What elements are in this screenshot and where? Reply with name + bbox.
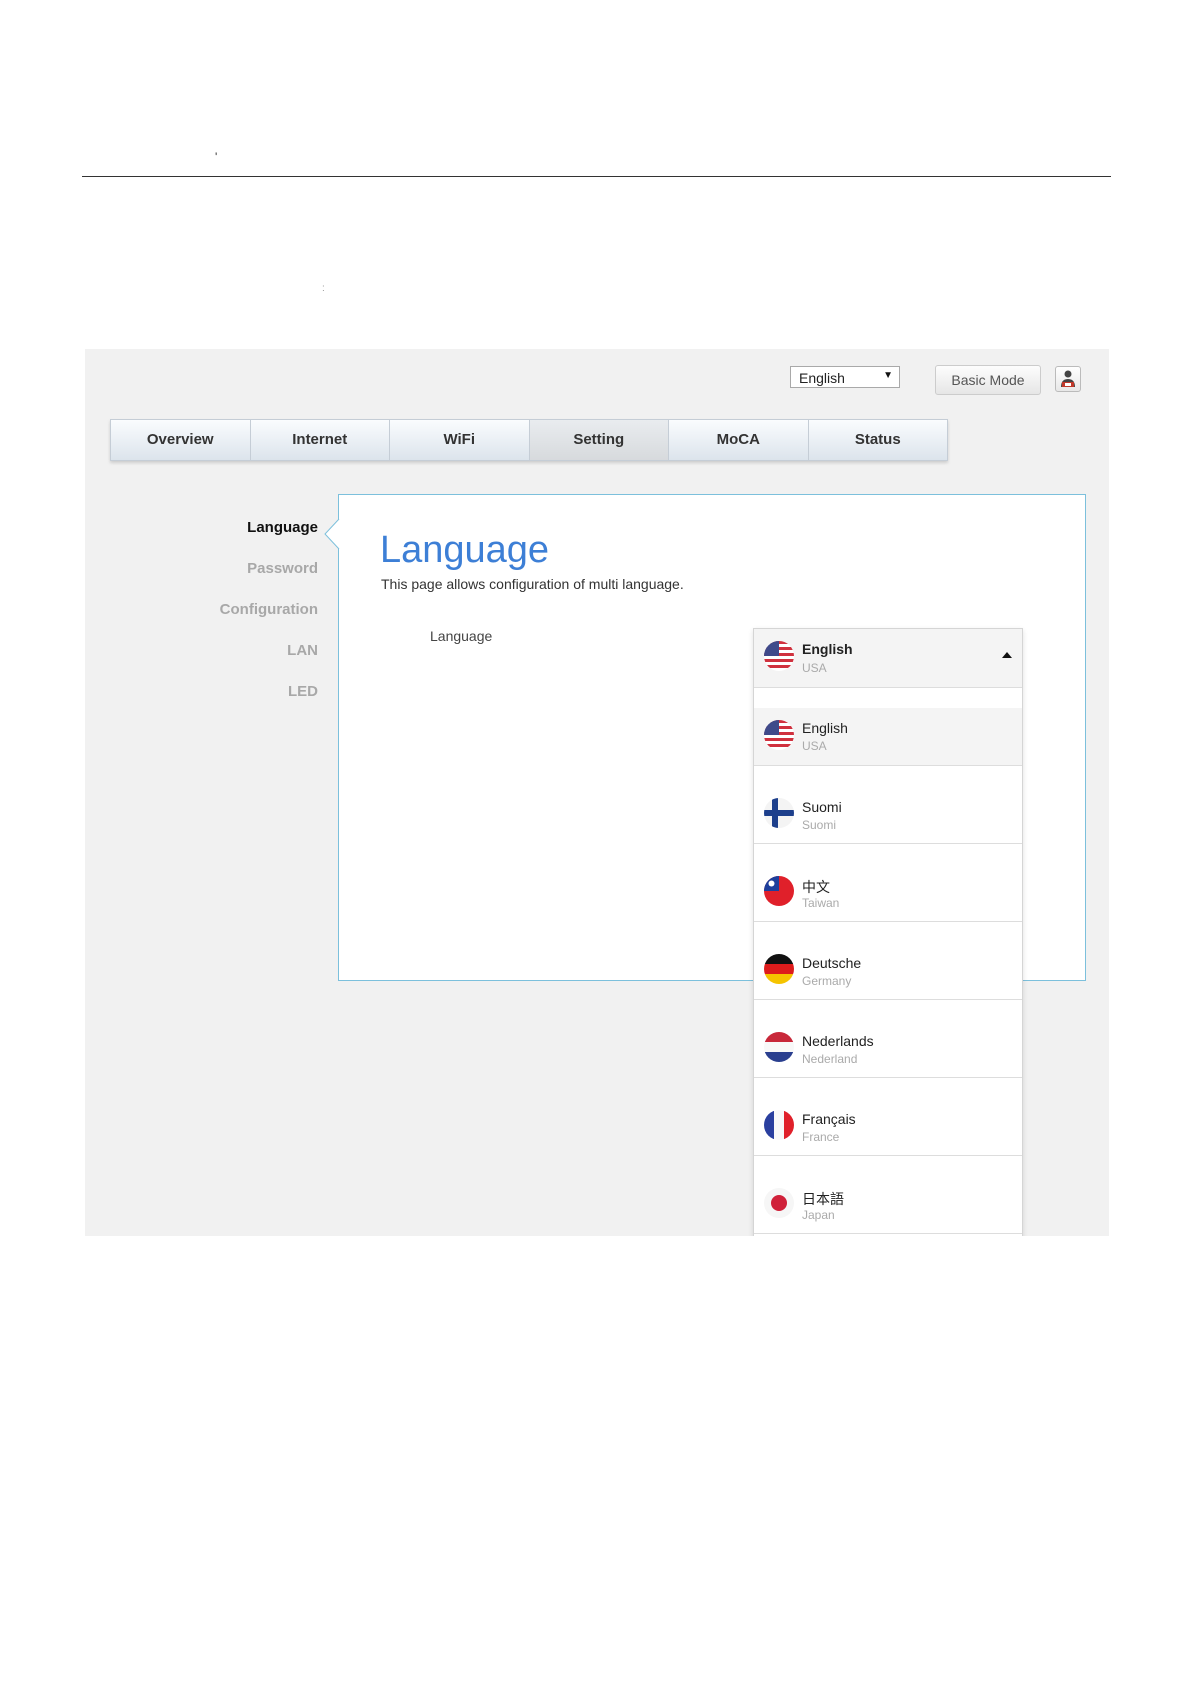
sidebar-item-led[interactable]: LED [220,683,318,724]
user-icon [1061,370,1075,387]
language-option-region: Germany [802,974,852,988]
main-tab-bar: Overview Internet WiFi Setting MoCA Stat… [110,419,948,461]
basic-mode-button[interactable]: Basic Mode [935,365,1041,395]
netherlands-flag-icon [764,1032,794,1062]
language-option-francais[interactable]: Français France [754,1078,1022,1156]
page-title: Language [380,529,550,571]
language-option-english[interactable]: English USA [754,708,1022,766]
language-select[interactable]: English ▼ [790,366,900,388]
sidebar-item-password[interactable]: Password [220,560,318,601]
language-option-name: Deutsche [802,955,862,971]
language-option-region: Nederland [802,1052,858,1066]
user-account-button[interactable] [1055,366,1081,392]
us-flag-icon [764,720,794,750]
language-option-japanese[interactable]: 日本語 Japan [754,1156,1022,1234]
tab-setting[interactable]: Setting [529,420,669,460]
language-option-region: Suomi [802,818,837,832]
language-option-chinese[interactable]: 中文 Taiwan [754,844,1022,922]
language-option-name: English [802,720,848,736]
taiwan-flag-icon [764,876,794,906]
language-option-nederlands[interactable]: Nederlands Nederland [754,1000,1022,1078]
document-mark: : [322,283,325,294]
germany-flag-icon [764,954,794,984]
page-description: This page allows configuration of multi … [381,576,684,592]
language-dropdown[interactable]: English USA English USA Suomi Suomi 中文 T… [753,628,1023,1236]
document-rule [82,176,1111,177]
selected-language-name: English [802,641,853,657]
language-option-name: Nederlands [802,1033,874,1049]
japan-flag-icon [764,1188,794,1218]
language-option-suomi[interactable]: Suomi Suomi [754,766,1022,844]
tab-status[interactable]: Status [808,420,947,460]
panel-pointer [324,519,340,549]
tab-overview[interactable]: Overview [111,420,251,460]
language-dropdown-selected[interactable]: English USA [754,629,1022,688]
selected-language-region: USA [802,661,827,675]
language-option-name: Français [802,1111,856,1127]
us-flag-icon [764,641,794,671]
caret-up-icon [1002,652,1012,658]
language-option-region: Taiwan [802,896,840,910]
language-option-deutsche[interactable]: Deutsche Germany [754,922,1022,1000]
router-ui-screenshot: English ▼ Basic Mode Overview Internet W… [85,349,1109,1236]
language-select-value: English [799,370,845,386]
sidebar-item-language[interactable]: Language [220,519,318,560]
language-option-name: 日本語 [802,1191,844,1207]
sidebar-item-configuration[interactable]: Configuration [220,601,318,642]
dropdown-arrow-icon: ▼ [883,370,893,381]
language-option-region: Japan [802,1208,835,1222]
settings-sidebar: Language Password Configuration LAN LED [220,519,318,724]
tab-moca[interactable]: MoCA [669,420,809,460]
tab-wifi[interactable]: WiFi [390,420,530,460]
france-flag-icon [764,1110,794,1140]
sidebar-item-lan[interactable]: LAN [220,642,318,683]
language-option-region: France [802,1130,840,1144]
document-mark: ' [215,150,218,164]
language-option-region: USA [802,739,827,753]
tab-internet[interactable]: Internet [250,420,390,460]
language-option-name: 中文 [802,879,830,895]
language-field-label: Language [430,628,493,644]
finland-flag-icon [764,798,794,828]
language-option-name: Suomi [802,799,842,815]
